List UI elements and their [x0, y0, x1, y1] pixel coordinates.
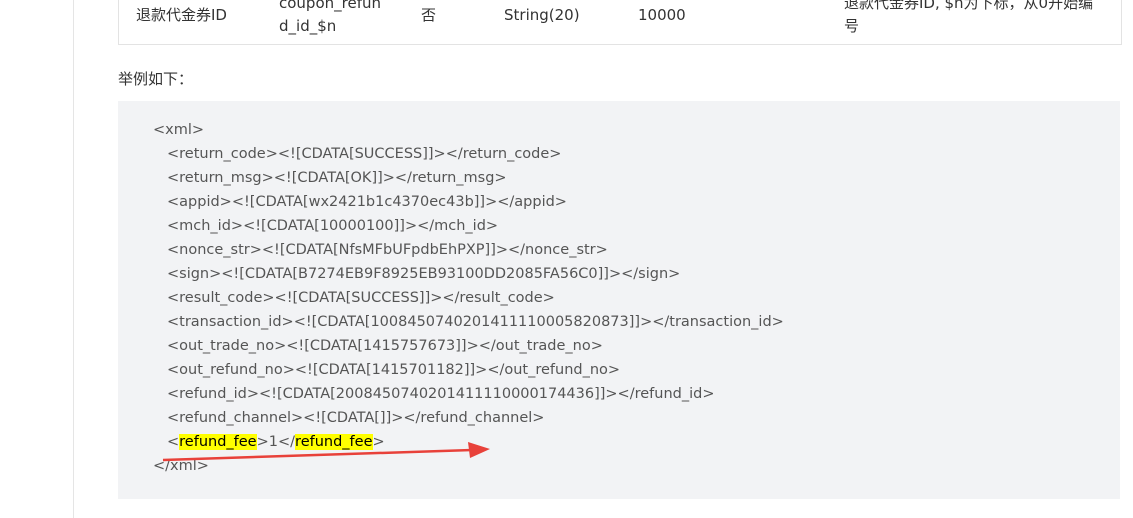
parameter-table-row: 退款代金券ID coupon_refun d_id_$n 否 String(20…: [118, 0, 1122, 45]
example-heading: 举例如下：: [118, 70, 194, 88]
param-variable-cell: coupon_refun d_id_$n: [279, 0, 381, 38]
code-line: <refund_channel><![CDATA[]]></refund_cha…: [167, 410, 545, 426]
code-line: <appid><![CDATA[wx2421b1c4370ec43b]]></a…: [167, 194, 567, 210]
code-line: <out_trade_no><![CDATA[1415757673]]></ou…: [167, 338, 603, 354]
xml-close-tag: </xml>: [153, 458, 209, 474]
refund-fee-open-highlight: refund_fee: [179, 434, 257, 450]
code-line: <sign><![CDATA[B7274EB9F8925EB93100DD208…: [167, 266, 681, 282]
code-line: <mch_id><![CDATA[10000100]]></mch_id>: [167, 218, 499, 234]
code-line: <refund_id><![CDATA[20084507402014111100…: [167, 386, 715, 402]
param-name-cell: 退款代金券ID: [136, 6, 227, 24]
code-line: <out_refund_no><![CDATA[1415701182]]></o…: [167, 362, 621, 378]
param-type-cell: String(20): [504, 6, 580, 24]
xml-open-tag: <xml>: [153, 122, 205, 138]
code-line: <return_msg><![CDATA[OK]]></return_msg>: [167, 170, 507, 186]
param-required-cell: 否: [421, 6, 437, 24]
param-description-cell: 退款代金券ID, $n为下标，从0开始编 号: [844, 0, 1093, 38]
code-line: <transaction_id><![CDATA[100845074020141…: [167, 314, 784, 330]
xml-example-code-block[interactable]: <xml> <return_code><![CDATA[SUCCESS]]></…: [118, 101, 1120, 499]
param-description-line1: 退款代金券ID, $n为下标，从0开始编: [844, 0, 1094, 12]
code-line: <return_code><![CDATA[SUCCESS]]></return…: [167, 146, 562, 162]
param-variable-line1: coupon_refun: [279, 0, 381, 12]
xml-code: <xml> <return_code><![CDATA[SUCCESS]]></…: [153, 118, 784, 478]
param-example-cell: 10000: [638, 6, 686, 24]
refund-fee-value: 1: [268, 434, 278, 450]
code-line: <result_code><![CDATA[SUCCESS]]></result…: [167, 290, 555, 306]
refund-fee-line: <refund_fee>1</refund_fee>: [167, 434, 385, 450]
refund-fee-close-highlight: refund_fee: [295, 434, 373, 450]
left-border-line: [73, 0, 74, 518]
param-description-line2: 号: [844, 17, 860, 35]
code-line: <nonce_str><![CDATA[NfsMFbUFpdbEhPXP]]><…: [167, 242, 608, 258]
param-variable-line2: d_id_$n: [279, 17, 337, 35]
